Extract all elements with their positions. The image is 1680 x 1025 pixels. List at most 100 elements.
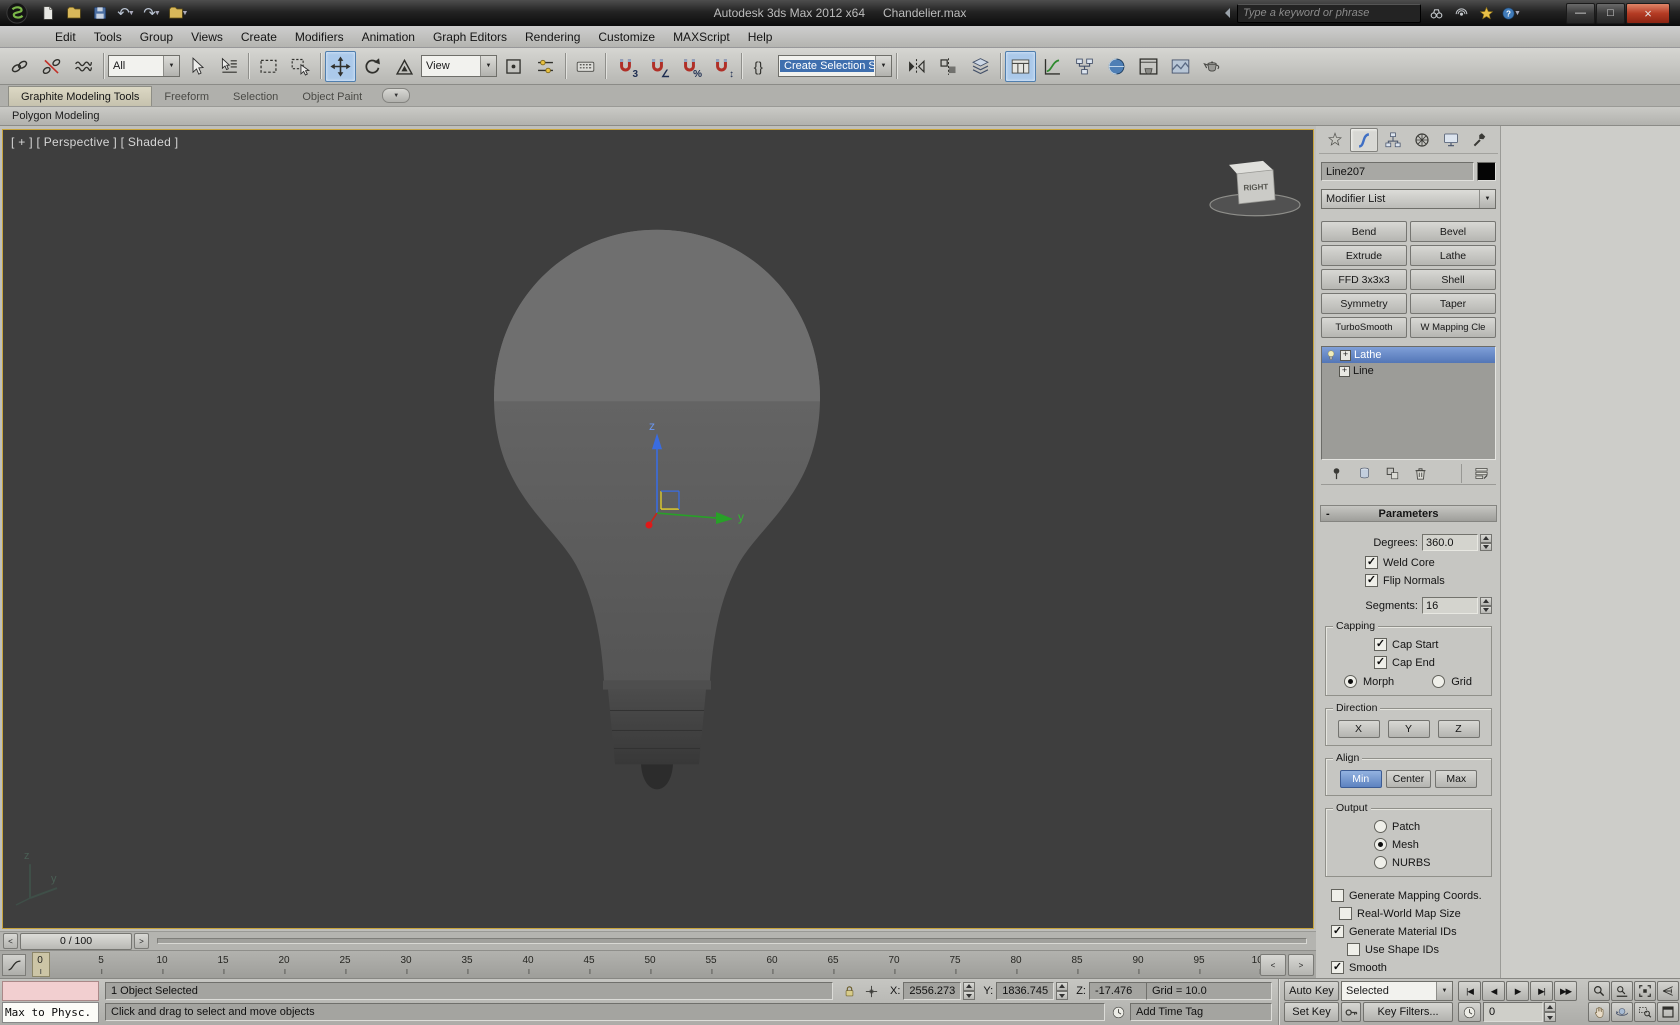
infocenter-collapse-icon[interactable] (1220, 8, 1230, 18)
align-max-button[interactable]: Max (1435, 770, 1477, 788)
tab-display[interactable] (1437, 128, 1465, 152)
menu-rendering[interactable]: Rendering (516, 26, 589, 47)
tab-freeform[interactable]: Freeform (152, 87, 221, 106)
absolute-offset-toggle[interactable] (861, 982, 881, 1000)
play-button[interactable]: ▶ (1506, 981, 1529, 1001)
zoom-button[interactable] (1588, 981, 1610, 1001)
rendered-frame-window-button[interactable] (1165, 51, 1196, 82)
dropdown-arrow-icon[interactable] (1436, 982, 1452, 1000)
application-menu-button[interactable] (2, 1, 32, 25)
bulb-model[interactable] (483, 225, 833, 790)
bind-to-space-warp-button[interactable] (68, 51, 99, 82)
time-tag-field[interactable]: Add Time Tag (1130, 1003, 1272, 1021)
spinner-snap-toggle[interactable]: ↕ (706, 51, 737, 82)
key-filters-button[interactable]: Key Filters... (1363, 1002, 1453, 1022)
remove-modifier-button[interactable] (1409, 464, 1431, 483)
modifier-button-bevel[interactable]: Bevel (1410, 221, 1496, 242)
menu-group[interactable]: Group (131, 26, 182, 47)
tab-selection[interactable]: Selection (221, 87, 290, 106)
tab-utilities[interactable] (1466, 128, 1494, 152)
ribbon-collapse-button[interactable] (382, 88, 410, 103)
communication-center-icon[interactable] (1451, 4, 1471, 22)
auto-key-button[interactable]: Auto Key (1284, 981, 1339, 1001)
help-icon[interactable]: ▼ (1501, 4, 1521, 22)
menu-customize[interactable]: Customize (589, 26, 664, 47)
time-slider-track[interactable] (157, 938, 1307, 944)
select-object-button[interactable] (181, 51, 212, 82)
menu-create[interactable]: Create (232, 26, 286, 47)
zoom-extents-button[interactable] (1634, 981, 1656, 1001)
generate-mapping-coords-checkbox[interactable] (1331, 889, 1344, 902)
minimize-button[interactable]: — (1566, 3, 1595, 24)
dropdown-arrow-icon[interactable] (480, 56, 496, 76)
percent-snap-toggle[interactable]: % (674, 51, 705, 82)
direction-z-button[interactable]: Z (1438, 720, 1480, 738)
angle-snap-toggle[interactable]: ∠ (642, 51, 673, 82)
x-spinner[interactable] (963, 982, 975, 1000)
mirror-button[interactable] (901, 51, 932, 82)
menu-modifiers[interactable]: Modifiers (286, 26, 353, 47)
curve-editor-button[interactable] (1037, 51, 1068, 82)
tab-modify[interactable] (1350, 128, 1378, 152)
search-input[interactable] (1237, 4, 1421, 23)
show-end-result-button[interactable] (1353, 464, 1375, 483)
select-by-name-button[interactable] (213, 51, 244, 82)
align-center-button[interactable]: Center (1386, 770, 1432, 788)
schematic-view-button[interactable] (1069, 51, 1100, 82)
graphite-ribbon-toggle[interactable] (1005, 51, 1036, 82)
reference-coordinate-dropdown[interactable]: View (421, 55, 497, 77)
mini-curve-editor-button[interactable] (2, 954, 26, 976)
z-coordinate-field[interactable]: -17.476 (1089, 982, 1147, 1000)
configure-modifier-sets-button[interactable] (1461, 464, 1492, 483)
undo-button[interactable]: ↶▼ (114, 2, 138, 24)
dropdown-arrow-icon[interactable] (163, 56, 179, 76)
cap-end-checkbox[interactable] (1374, 656, 1387, 669)
parameters-rollout-header[interactable]: Parameters (1320, 505, 1497, 522)
search-icon[interactable] (1426, 4, 1446, 22)
modifier-button-ffd[interactable]: FFD 3x3x3 (1321, 269, 1407, 290)
previous-frame-slider-button[interactable]: < (3, 933, 18, 949)
direction-x-button[interactable]: X (1338, 720, 1380, 738)
trackbar-scroll-right-button[interactable]: > (1288, 954, 1314, 976)
stack-item-line[interactable]: Line (1322, 363, 1495, 379)
align-min-button[interactable]: Min (1340, 770, 1382, 788)
menu-help[interactable]: Help (739, 26, 782, 47)
unlink-selection-button[interactable] (36, 51, 67, 82)
modifier-button-symmetry[interactable]: Symmetry (1321, 293, 1407, 314)
use-shape-ids-checkbox[interactable] (1347, 943, 1360, 956)
tab-object-paint[interactable]: Object Paint (290, 87, 374, 106)
open-file-button[interactable] (62, 2, 86, 24)
set-project-folder-button[interactable]: ▼ (166, 2, 190, 24)
go-to-start-button[interactable]: |◀ (1458, 981, 1481, 1001)
next-frame-slider-button[interactable]: > (134, 933, 149, 949)
keyboard-shortcut-override-toggle[interactable] (570, 51, 601, 82)
add-time-tag-icon[interactable] (1108, 1003, 1128, 1021)
rectangular-selection-region-button[interactable] (253, 51, 284, 82)
selection-lock-toggle[interactable] (838, 982, 860, 1000)
new-scene-button[interactable] (36, 2, 60, 24)
set-key-button[interactable]: Set Key (1284, 1002, 1339, 1022)
orbit-button[interactable] (1611, 1002, 1633, 1022)
trackbar-scroll-left-button[interactable]: < (1260, 954, 1286, 976)
segments-spinner[interactable] (1480, 597, 1492, 614)
trackbar-ruler[interactable]: 0510152025303540455055606570758085909510… (40, 951, 1260, 978)
select-and-rotate-button[interactable] (357, 51, 388, 82)
track-bar[interactable]: 0510152025303540455055606570758085909510… (0, 950, 1316, 978)
go-to-end-button[interactable]: ▶▶ (1554, 981, 1577, 1001)
y-spinner[interactable] (1056, 982, 1068, 1000)
redo-button[interactable]: ↷▼ (140, 2, 164, 24)
expand-icon[interactable] (1340, 350, 1351, 361)
morph-radio[interactable] (1344, 675, 1357, 688)
generate-material-ids-checkbox[interactable] (1331, 925, 1344, 938)
window-crossing-toggle[interactable] (285, 51, 316, 82)
edit-named-selection-sets-button[interactable] (746, 51, 777, 82)
time-slider-handle[interactable]: 0 / 100 (20, 933, 132, 950)
grid-radio[interactable] (1432, 675, 1445, 688)
menu-tools[interactable]: Tools (85, 26, 131, 47)
named-selection-set-dropdown[interactable]: Create Selection Se (778, 55, 892, 77)
dropdown-arrow-icon[interactable] (1479, 190, 1495, 208)
output-patch-radio[interactable] (1374, 820, 1387, 833)
modifier-enabled-bulb-icon[interactable] (1325, 349, 1337, 361)
menu-animation[interactable]: Animation (353, 26, 424, 47)
save-file-button[interactable] (88, 2, 112, 24)
